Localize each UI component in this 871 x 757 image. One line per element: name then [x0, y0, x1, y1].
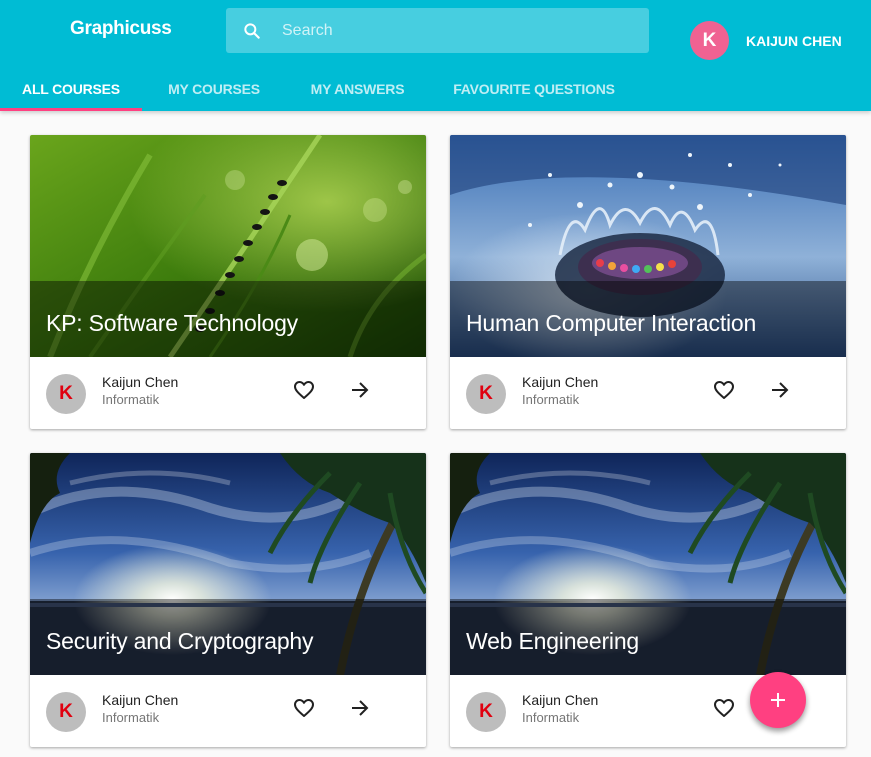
heart-outline-icon[interactable] — [712, 378, 736, 402]
add-course-button[interactable] — [750, 672, 806, 728]
author-name: Kaijun Chen — [522, 374, 599, 390]
author-name: Kaijun Chen — [102, 692, 179, 708]
course-title[interactable]: KP: Software Technology — [46, 310, 298, 337]
author-name: Kaijun Chen — [522, 692, 599, 708]
course-title[interactable]: Security and Cryptography — [46, 628, 314, 655]
course-card[interactable]: Human Computer Interaction K Kaijun Chen… — [450, 135, 846, 429]
nav-tabs: ALL COURSES MY COURSES MY ANSWERS FAVOUR… — [0, 66, 639, 111]
user-name[interactable]: KAIJUN CHEN — [746, 33, 842, 49]
search-box[interactable] — [226, 8, 649, 53]
course-title[interactable]: Web Engineering — [466, 628, 639, 655]
user-menu[interactable]: K KAIJUN CHEN — [690, 21, 842, 60]
tab-favourite-questions[interactable]: FAVOURITE QUESTIONS — [429, 66, 639, 111]
author-department: Informatik — [522, 392, 580, 407]
author-department: Informatik — [522, 710, 580, 725]
course-image[interactable]: Web Engineering — [450, 453, 846, 675]
app-bar: Graphicuss K KAIJUN CHEN ALL COURSES MY … — [0, 0, 871, 111]
arrow-right-icon[interactable] — [348, 378, 372, 402]
author-avatar: K — [466, 692, 506, 732]
search-input[interactable] — [280, 20, 604, 41]
card-actions: K Kaijun Chen Informatik — [450, 357, 846, 429]
course-image[interactable]: KP: Software Technology — [30, 135, 426, 357]
author-department: Informatik — [102, 710, 160, 725]
arrow-right-icon[interactable] — [768, 378, 792, 402]
author-avatar: K — [466, 374, 506, 414]
course-card[interactable]: Security and Cryptography K Kaijun Chen … — [30, 453, 426, 747]
card-actions: K Kaijun Chen Informatik — [30, 675, 426, 747]
arrow-right-icon[interactable] — [348, 696, 372, 720]
heart-outline-icon[interactable] — [292, 696, 316, 720]
card-actions: K Kaijun Chen Informatik — [30, 357, 426, 429]
tab-my-courses[interactable]: MY COURSES — [142, 66, 286, 111]
author-avatar: K — [46, 692, 86, 732]
course-image[interactable]: Human Computer Interaction — [450, 135, 846, 357]
tab-my-answers[interactable]: MY ANSWERS — [286, 66, 429, 111]
author-avatar: K — [46, 374, 86, 414]
search-icon[interactable] — [242, 21, 262, 41]
heart-outline-icon[interactable] — [712, 696, 736, 720]
user-avatar[interactable]: K — [690, 21, 729, 60]
course-image[interactable]: Security and Cryptography — [30, 453, 426, 675]
tab-all-courses[interactable]: ALL COURSES — [0, 66, 142, 111]
heart-outline-icon[interactable] — [292, 378, 316, 402]
plus-icon — [771, 693, 785, 707]
author-department: Informatik — [102, 392, 160, 407]
app-title[interactable]: Graphicuss — [70, 18, 172, 40]
author-name: Kaijun Chen — [102, 374, 179, 390]
course-card[interactable]: KP: Software Technology K Kaijun Chen In… — [30, 135, 426, 429]
course-title[interactable]: Human Computer Interaction — [466, 310, 756, 337]
